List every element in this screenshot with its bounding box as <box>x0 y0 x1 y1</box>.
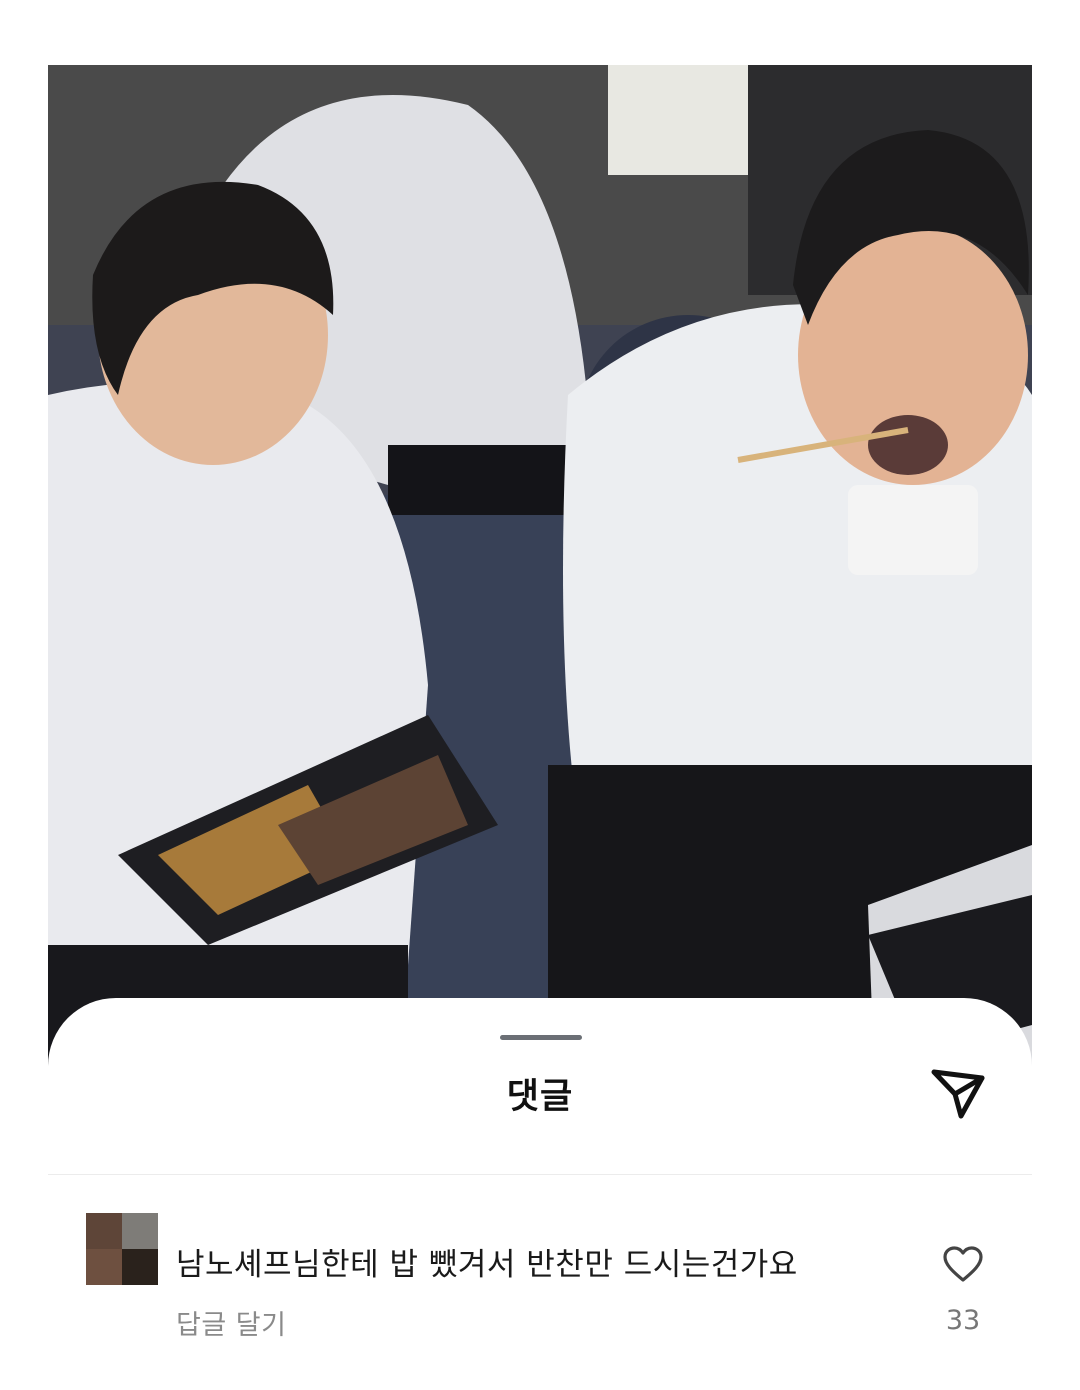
avatar-pixel <box>122 1249 158 1285</box>
avatar-pixel <box>86 1213 122 1249</box>
reply-button[interactable]: 답글 달기 <box>176 1303 286 1342</box>
comments-sheet: 댓글 <box>48 998 1032 1174</box>
comment-text: 남노셰프님한테 밥 뺐겨서 반찬만 드시는건가요 <box>176 1247 798 1283</box>
send-icon-graphic <box>931 1069 985 1119</box>
comment-item: 남노셰프님한테 밥 뺐겨서 반찬만 드시는건가요 답글 달기 33 <box>0 1175 1080 1390</box>
avatar[interactable] <box>86 1213 158 1285</box>
sheet-title: 댓글 <box>506 1077 574 1117</box>
drag-handle[interactable] <box>500 1035 582 1040</box>
like-count: 33 <box>945 1305 981 1336</box>
avatar-pixel <box>122 1213 158 1249</box>
avatar-pixel <box>86 1249 122 1285</box>
send-icon[interactable] <box>928 1066 988 1122</box>
heart-outline-icon[interactable] <box>942 1245 984 1283</box>
heart-icon-graphic <box>943 1246 983 1282</box>
